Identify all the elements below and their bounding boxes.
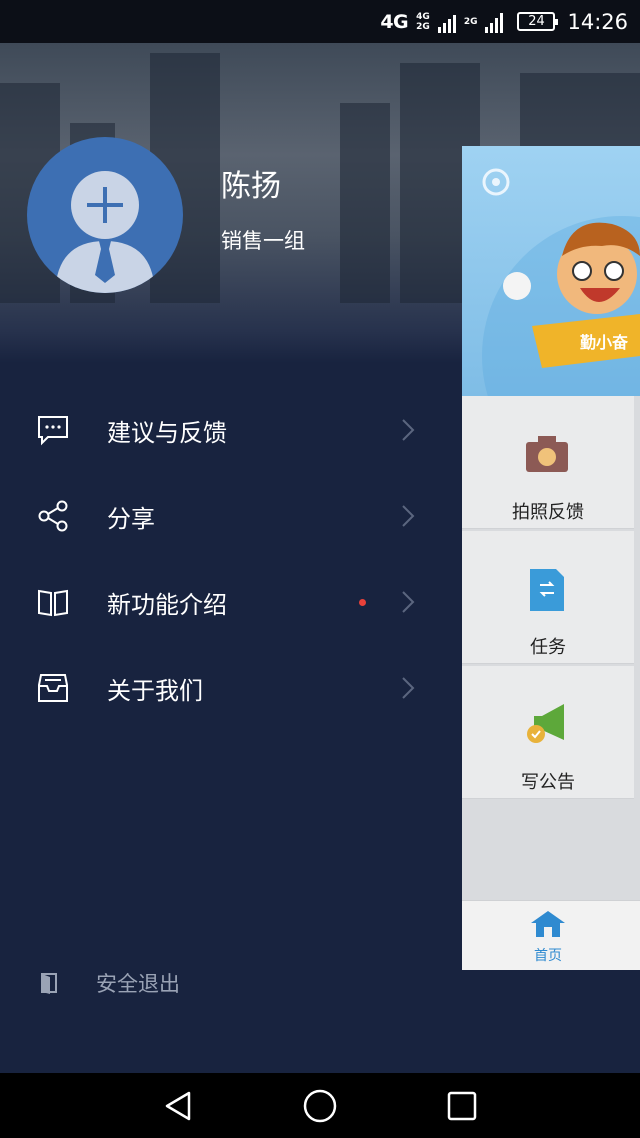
chevron-right-icon — [402, 419, 415, 441]
user-group: 销售一组 — [221, 229, 305, 253]
tile-photo-feedback[interactable]: 拍照反馈 — [462, 396, 634, 529]
status-bar: 4G 4G 2G 2G 24 14:26 — [0, 0, 640, 43]
menu-item-label: 新功能介绍 — [107, 590, 227, 619]
menu-item-label: 关于我们 — [107, 676, 203, 705]
banner-text: 勤小奋 — [580, 333, 629, 352]
new-badge-dot — [359, 598, 366, 606]
camera-icon — [526, 436, 568, 472]
bottom-tab-bar: 首页 — [462, 900, 640, 970]
recents-icon[interactable] — [443, 1087, 481, 1125]
home-banner[interactable]: 勤小奋 — [462, 146, 640, 496]
book-icon — [38, 589, 68, 617]
screen: 4G 4G 2G 2G 24 14:26 陈扬 销售一组 建议与反馈 分享 新功… — [0, 0, 640, 1138]
clock: 14:26 — [567, 9, 628, 34]
mascot-banner-illustration: 勤小奋 — [482, 168, 640, 496]
main-content-pane[interactable]: 勤小奋 拍照反馈 任务 写公告 首页 — [462, 146, 640, 970]
menu-item-label: 建议与反馈 — [107, 418, 227, 447]
feedback-icon — [38, 416, 68, 446]
signal-icon — [437, 11, 456, 33]
tile-announcement[interactable]: 写公告 — [462, 666, 634, 799]
tab-home-label: 首页 — [534, 948, 562, 964]
battery-icon: 24 — [517, 12, 559, 31]
tile-label: 拍照反馈 — [512, 502, 584, 523]
user-name[interactable]: 陈扬 — [221, 161, 281, 205]
menu-item-new-features[interactable]: 新功能介绍 — [0, 559, 460, 645]
network-type: 4G — [380, 10, 409, 33]
avatar[interactable] — [27, 137, 183, 293]
system-nav-bar — [0, 1073, 640, 1138]
network-type-2g-label: 2G — [463, 16, 478, 27]
exit-door-icon — [41, 973, 57, 994]
menu-item-feedback[interactable]: 建议与反馈 — [0, 387, 460, 473]
tab-home[interactable]: 首页 — [524, 909, 572, 965]
network-type-small-top: 4G — [416, 11, 430, 22]
network-type-small: 4G 2G — [416, 12, 430, 32]
logout-label: 安全退出 — [96, 972, 180, 996]
network-type-2g: 2G — [464, 17, 478, 27]
share-icon — [38, 500, 68, 532]
drawer-menu: 建议与反馈 分享 新功能介绍 关于我们 — [0, 387, 460, 731]
chevron-right-icon — [402, 591, 415, 613]
tile-task[interactable]: 任务 — [462, 531, 634, 664]
building-shape — [340, 103, 390, 303]
task-document-icon — [530, 569, 564, 611]
inbox-icon — [38, 674, 68, 702]
chevron-right-icon — [402, 505, 415, 527]
signal-icon-2 — [485, 11, 504, 33]
tile-label: 任务 — [530, 637, 566, 658]
chevron-right-icon — [402, 677, 415, 699]
home-circle-icon[interactable] — [301, 1087, 339, 1125]
back-icon[interactable] — [159, 1087, 197, 1125]
home-icon — [531, 911, 565, 937]
announcement-icon — [527, 704, 564, 743]
logout-button[interactable]: 安全退出 — [38, 968, 180, 998]
menu-item-share[interactable]: 分享 — [0, 473, 460, 559]
menu-item-label: 分享 — [107, 504, 155, 533]
tile-label: 写公告 — [521, 772, 575, 793]
menu-item-about[interactable]: 关于我们 — [0, 645, 460, 731]
network-type-small-bottom: 2G — [416, 21, 430, 32]
battery-level: 24 — [528, 14, 545, 29]
add-avatar-icon — [55, 171, 155, 293]
